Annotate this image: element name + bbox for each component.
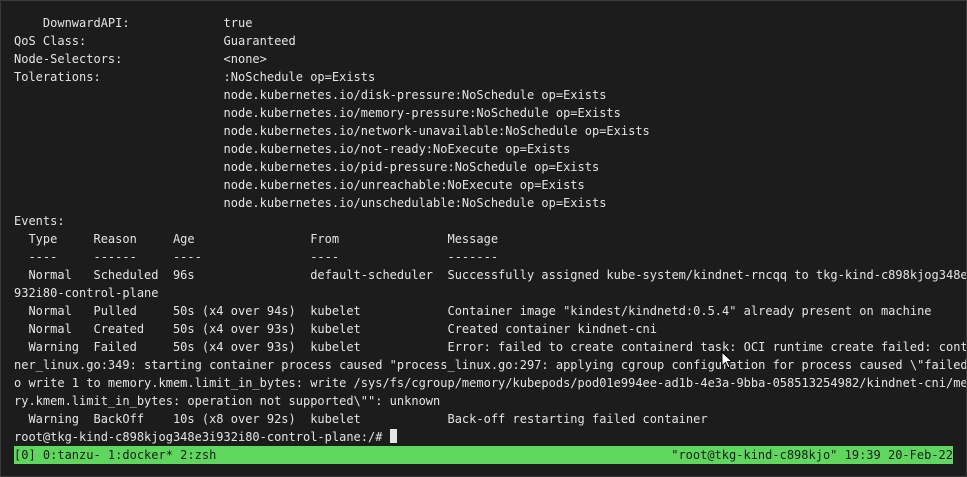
prompt-line[interactable]: root@tkg-kind-c898kjog348e3i932i80-contr… bbox=[14, 428, 966, 446]
text-cursor bbox=[389, 429, 397, 443]
terminal-line: ner_linux.go:349: starting container pro… bbox=[14, 358, 967, 372]
terminal-line: node.kubernetes.io/network-unavailable:N… bbox=[14, 124, 650, 138]
terminal-line: ---- ------ ---- ---- ------- bbox=[14, 250, 499, 264]
terminal-line: o write 1 to memory.kmem.limit_in_bytes:… bbox=[14, 376, 967, 390]
terminal-line: ry.kmem.limit_in_bytes: operation not su… bbox=[14, 394, 441, 408]
terminal-line: node.kubernetes.io/disk-pressure:NoSched… bbox=[14, 88, 607, 102]
terminal-line: node.kubernetes.io/not-ready:NoExecute o… bbox=[14, 142, 571, 156]
terminal-line: node.kubernetes.io/memory-pressure:NoSch… bbox=[14, 106, 621, 120]
tmux-window-list[interactable]: [0] 0:tanzu- 1:docker* 2:zsh bbox=[14, 446, 216, 464]
terminal-line: Node-Selectors: <none> bbox=[14, 52, 267, 66]
tmux-status-bar: [0] 0:tanzu- 1:docker* 2:zsh "root@tkg-k… bbox=[14, 446, 953, 464]
terminal-line: Warning BackOff 10s (x8 over 92s) kubele… bbox=[14, 412, 708, 426]
terminal-line: QoS Class: Guaranteed bbox=[14, 34, 296, 48]
terminal-line: node.kubernetes.io/pid-pressure:NoSchedu… bbox=[14, 160, 600, 174]
terminal-line: Events: bbox=[14, 214, 65, 228]
shell-prompt: root@tkg-kind-c898kjog348e3i932i80-contr… bbox=[14, 430, 390, 444]
terminal-line: 932i80-control-plane bbox=[14, 286, 159, 300]
terminal-line: node.kubernetes.io/unschedulable:NoSched… bbox=[14, 196, 607, 210]
terminal-window[interactable]: DownwardAPI: true QoS Class: Guaranteed … bbox=[0, 0, 967, 477]
terminal-line: Normal Scheduled 96s default-scheduler S… bbox=[14, 268, 967, 282]
terminal-line: Type Reason Age From Message bbox=[14, 232, 499, 246]
terminal-line: Normal Created 50s (x4 over 93s) kubelet… bbox=[14, 322, 657, 336]
terminal-output[interactable]: DownwardAPI: true QoS Class: Guaranteed … bbox=[14, 14, 967, 446]
mouse-pointer-icon bbox=[721, 351, 733, 369]
tmux-status-right: "root@tkg-kind-c898kjo" 19:39 20-Feb-22 bbox=[671, 448, 953, 462]
terminal-line: Normal Pulled 50s (x4 over 94s) kubelet … bbox=[14, 304, 932, 318]
terminal-line: Tolerations: :NoSchedule op=Exists bbox=[14, 70, 376, 84]
terminal-line: node.kubernetes.io/unreachable:NoExecute… bbox=[14, 178, 585, 192]
terminal-line: Warning Failed 50s (x4 over 93s) kubelet… bbox=[14, 340, 967, 354]
terminal-line: DownwardAPI: true bbox=[14, 16, 253, 30]
